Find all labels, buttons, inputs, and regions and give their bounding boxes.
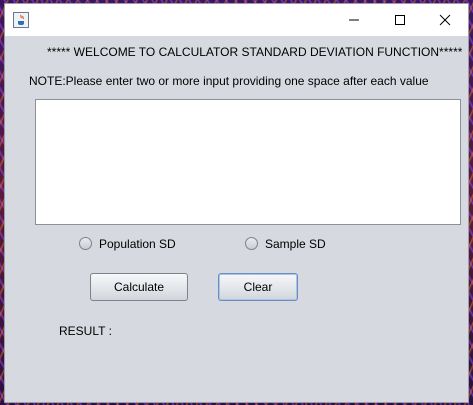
- title-bar[interactable]: [5, 4, 468, 36]
- result-label: RESULT :: [59, 324, 112, 338]
- radio-circle[interactable]: [79, 237, 92, 250]
- calculator-window: ***** WELCOME TO CALCULATOR STANDARD DEV…: [4, 3, 469, 403]
- close-button[interactable]: [422, 4, 468, 36]
- close-icon: [439, 14, 451, 26]
- sample-sd-label[interactable]: Sample SD: [265, 237, 326, 251]
- java-cup-icon: [13, 12, 29, 28]
- minimize-button[interactable]: [331, 4, 377, 36]
- maximize-button[interactable]: [377, 4, 423, 36]
- radio-circle[interactable]: [245, 237, 258, 250]
- values-input[interactable]: [35, 99, 461, 225]
- input-note: NOTE:Please enter two or more input prov…: [29, 74, 429, 88]
- maximize-icon: [395, 15, 405, 25]
- welcome-heading: ***** WELCOME TO CALCULATOR STANDARD DEV…: [47, 45, 463, 59]
- minimize-icon: [349, 19, 359, 21]
- population-sd-label[interactable]: Population SD: [99, 237, 176, 251]
- calculate-button[interactable]: Calculate: [90, 273, 188, 301]
- clear-button[interactable]: Clear: [218, 273, 298, 301]
